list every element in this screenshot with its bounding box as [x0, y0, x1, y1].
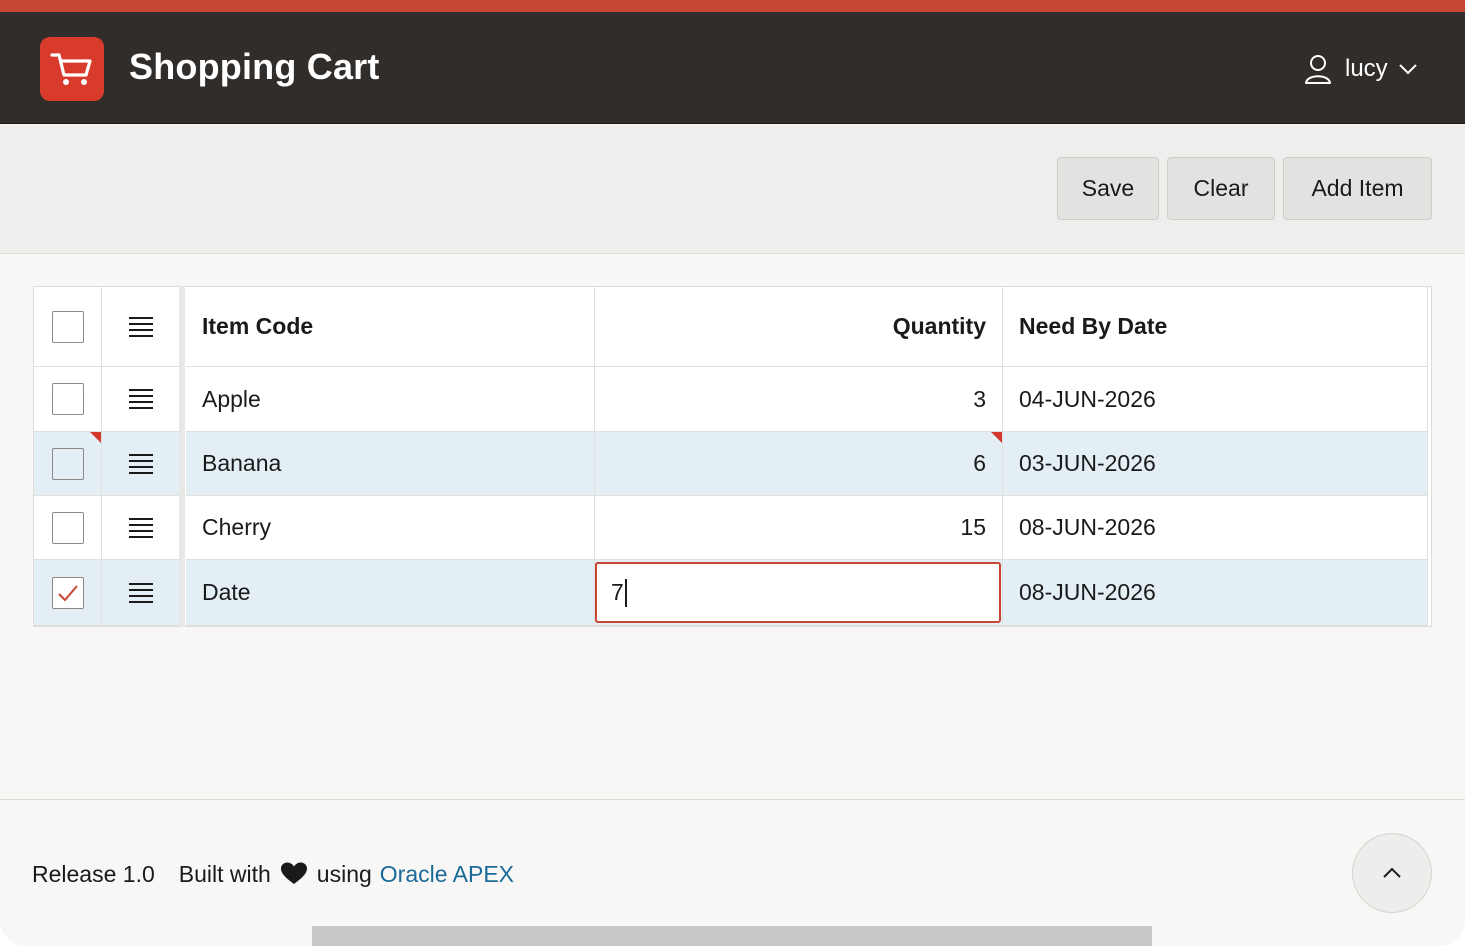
built-with-label: Built with — [178, 860, 271, 887]
user-menu[interactable]: lucy — [1303, 52, 1418, 86]
oracle-apex-link[interactable]: Oracle APEX — [380, 861, 514, 888]
select-all-cell — [34, 287, 102, 367]
changed-flag — [90, 432, 101, 443]
dock-bar — [312, 926, 1152, 946]
chevron-up-icon — [1383, 867, 1401, 878]
need-by-date-cell[interactable]: 08-JUN-2026 — [1003, 560, 1428, 626]
button-bar: Save Clear Add Item — [0, 125, 1465, 254]
scroll-to-top-button[interactable] — [1352, 833, 1432, 913]
row-actions-cell — [102, 496, 180, 560]
item-code-cell[interactable]: Cherry — [186, 496, 595, 560]
item-code-cell[interactable]: Banana — [186, 432, 595, 496]
column-header-quantity[interactable]: Quantity — [595, 287, 1003, 367]
row-select-cell — [34, 560, 102, 626]
quantity-editor-input[interactable]: 7 — [595, 562, 1001, 623]
menu-lines-icon[interactable] — [128, 453, 153, 474]
menu-lines-icon[interactable] — [128, 389, 153, 409]
text-caret — [624, 578, 627, 607]
menu-lines-icon[interactable] — [128, 582, 153, 603]
user-name: lucy — [1345, 55, 1388, 82]
release-label: Release 1.0 — [32, 860, 155, 887]
clear-button[interactable]: Clear — [1167, 157, 1275, 220]
menu-lines-icon[interactable] — [128, 517, 153, 538]
checkmark-icon — [57, 584, 78, 601]
row-actions-cell — [102, 367, 180, 432]
row-select-cell — [34, 367, 102, 432]
item-code-cell[interactable]: Apple — [186, 367, 595, 432]
using-label: using — [316, 860, 372, 887]
shopping-cart-icon[interactable] — [40, 37, 104, 101]
row-checkbox[interactable] — [51, 447, 84, 480]
need-by-date-cell[interactable]: 03-JUN-2026 — [1003, 432, 1428, 496]
footer: Release 1.0 Built with using Oracle APEX — [32, 858, 514, 890]
row-checkbox-checked[interactable] — [51, 576, 84, 609]
column-header-item-code[interactable]: Item Code — [186, 287, 595, 367]
user-icon — [1305, 55, 1331, 84]
chevron-down-icon — [1398, 64, 1417, 75]
column-header-need-by-date[interactable]: Need By Date — [1003, 287, 1428, 367]
row-checkbox[interactable] — [51, 383, 84, 415]
row-actions-cell — [102, 560, 180, 626]
quantity-cell[interactable]: 15 — [595, 496, 1003, 560]
row-actions-cell — [102, 432, 180, 496]
quantity-value: 6 — [973, 450, 986, 476]
row-actions-header — [102, 287, 180, 367]
menu-lines-icon[interactable] — [128, 316, 153, 337]
heart-icon — [280, 862, 307, 884]
need-by-date-cell[interactable]: 08-JUN-2026 — [1003, 496, 1428, 560]
row-select-cell — [34, 496, 102, 560]
app-window: Shopping Cart lucy Save Clear Add Item I… — [0, 0, 1465, 946]
quantity-editor-value: 7 — [611, 579, 624, 605]
changed-flag — [991, 432, 1002, 443]
quantity-cell[interactable]: 3 — [595, 367, 1003, 432]
save-button[interactable]: Save — [1057, 157, 1159, 220]
accent-strip — [0, 0, 1465, 12]
item-code-cell[interactable]: Date — [186, 560, 595, 626]
row-checkbox[interactable] — [51, 511, 84, 544]
footer-divider — [0, 799, 1465, 800]
select-all-checkbox[interactable] — [51, 310, 84, 343]
app-header: Shopping Cart lucy — [0, 12, 1465, 124]
add-item-button[interactable]: Add Item — [1283, 157, 1432, 220]
app-title[interactable]: Shopping Cart — [129, 46, 380, 88]
need-by-date-cell[interactable]: 04-JUN-2026 — [1003, 367, 1428, 432]
frozen-column-divider — [179, 286, 185, 627]
row-select-cell — [34, 432, 102, 496]
quantity-cell[interactable]: 6 — [595, 432, 1003, 496]
